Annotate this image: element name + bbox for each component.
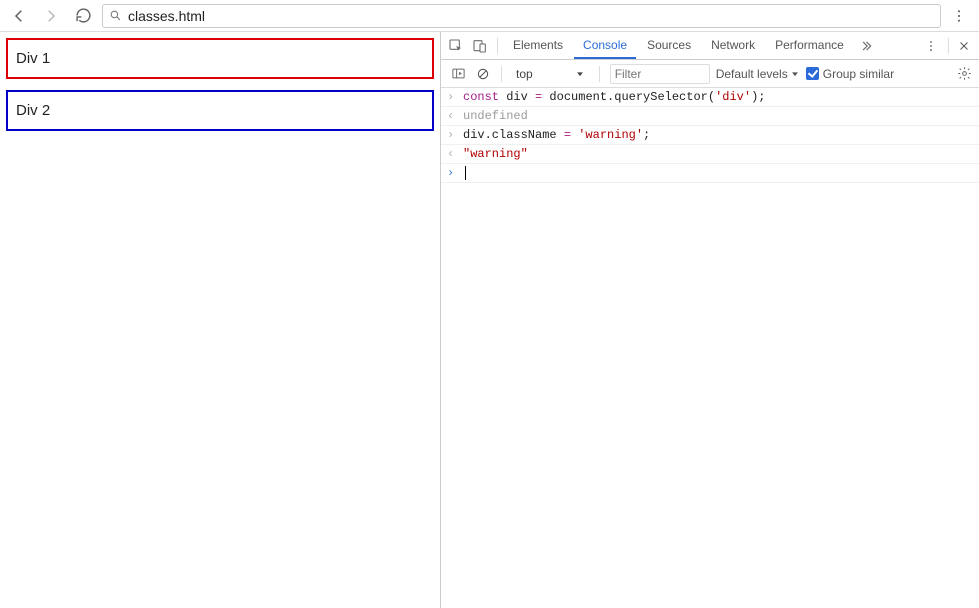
tab-sources[interactable]: Sources — [638, 32, 700, 59]
browser-menu-button[interactable] — [947, 4, 971, 28]
checkbox-checked-icon — [806, 67, 819, 80]
nav-forward-button[interactable] — [38, 3, 64, 29]
console-line-text: "warning" — [463, 145, 973, 163]
chevron-left-icon: ‹ — [447, 107, 457, 125]
chevron-left-icon: ‹ — [447, 145, 457, 163]
tab-network[interactable]: Network — [702, 32, 764, 59]
div-1-label: Div 1 — [16, 50, 50, 67]
dropdown-icon — [575, 69, 585, 79]
nav-back-button[interactable] — [6, 3, 32, 29]
address-bar[interactable]: classes.html — [102, 4, 941, 28]
console-context-select[interactable]: top — [512, 64, 589, 84]
div-2-label: Div 2 — [16, 102, 50, 119]
console-levels-label: Default levels — [716, 67, 788, 81]
console-result-line: ‹ undefined — [441, 107, 979, 126]
chevron-right-icon: › — [447, 88, 457, 106]
devtools-menu-icon[interactable] — [920, 35, 942, 57]
console-result-line: ‹ "warning" — [441, 145, 979, 164]
console-prompt[interactable]: › — [441, 164, 979, 183]
devtools-panel: Elements Console Sources Network Perform… — [440, 32, 979, 608]
console-context-value: top — [516, 67, 533, 81]
group-similar-toggle[interactable]: Group similar — [806, 67, 894, 81]
console-line-text: undefined — [463, 107, 973, 125]
devtools-tabs: Elements Console Sources Network Perform… — [441, 32, 979, 60]
inspect-element-icon[interactable] — [445, 35, 467, 57]
tab-console[interactable]: Console — [574, 32, 636, 59]
div-2: Div 2 — [6, 90, 434, 131]
console-input-line: › div.className = 'warning'; — [441, 126, 979, 145]
console-line-text: const div = document.querySelector('div'… — [463, 88, 973, 106]
browser-toolbar: classes.html — [0, 0, 979, 32]
tab-elements[interactable]: Elements — [504, 32, 572, 59]
console-output[interactable]: › const div = document.querySelector('div… — [441, 88, 979, 608]
address-bar-text: classes.html — [128, 8, 934, 24]
tab-performance[interactable]: Performance — [766, 32, 853, 59]
chevron-right-icon: › — [447, 126, 457, 144]
console-sidebar-toggle-icon[interactable] — [447, 63, 469, 85]
chevron-right-icon: › — [447, 164, 457, 182]
console-levels-select[interactable]: Default levels — [716, 67, 800, 81]
device-toolbar-icon[interactable] — [469, 35, 491, 57]
clear-console-icon[interactable] — [475, 66, 491, 82]
console-toolbar: top Default levels Group similar — [441, 60, 979, 88]
group-similar-label: Group similar — [823, 67, 894, 81]
console-prompt-input[interactable] — [463, 164, 973, 182]
more-tabs-icon[interactable] — [855, 35, 877, 57]
page-viewport: Div 1 Div 2 — [0, 32, 440, 608]
dropdown-icon — [790, 69, 800, 79]
nav-reload-button[interactable] — [70, 3, 96, 29]
console-input-line: › const div = document.querySelector('div… — [441, 88, 979, 107]
devtools-close-button[interactable] — [955, 37, 973, 55]
console-line-text: div.className = 'warning'; — [463, 126, 973, 144]
console-settings-icon[interactable] — [955, 65, 973, 83]
div-1: Div 1 — [6, 38, 434, 79]
console-filter-input[interactable] — [610, 64, 710, 84]
search-icon — [109, 9, 122, 22]
